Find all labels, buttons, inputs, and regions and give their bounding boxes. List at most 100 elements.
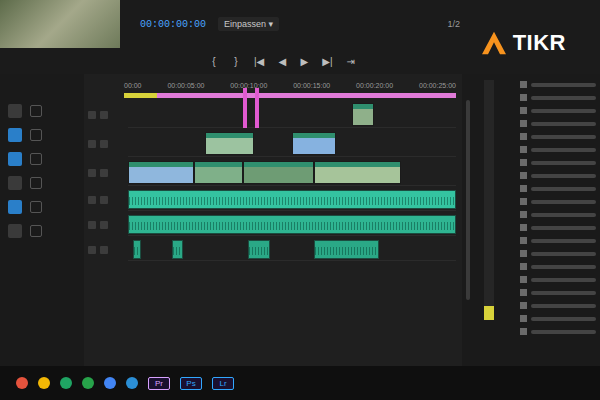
bin-label-blur (531, 226, 596, 230)
app-icon[interactable] (126, 377, 138, 389)
lock-icon[interactable] (88, 246, 96, 254)
lock-icon[interactable] (88, 169, 96, 177)
clip[interactable] (314, 240, 380, 259)
track-lane (128, 160, 456, 186)
bin-row[interactable] (520, 327, 596, 336)
tool-button[interactable] (8, 176, 22, 190)
track-lane (128, 189, 456, 211)
app-icon[interactable]: Ps (180, 377, 202, 390)
eye-icon[interactable] (100, 246, 108, 254)
clip[interactable] (128, 161, 194, 184)
clip[interactable] (194, 161, 243, 184)
track-lane (128, 102, 456, 128)
toggle-icon[interactable] (30, 201, 42, 213)
tool-button[interactable] (8, 152, 22, 166)
toggle-icon[interactable] (30, 225, 42, 237)
clip[interactable] (314, 161, 401, 184)
lock-icon[interactable] (88, 196, 96, 204)
clip[interactable] (128, 215, 456, 234)
app-icon[interactable] (60, 377, 72, 389)
bin-label-blur (531, 83, 596, 87)
transport-button[interactable]: ▶ (300, 56, 308, 67)
bin-row[interactable] (520, 184, 596, 193)
transport-button[interactable]: ◀ (278, 56, 286, 67)
tool-button[interactable] (8, 104, 22, 118)
track-header (84, 189, 128, 211)
bin-row[interactable] (520, 249, 596, 258)
transport-button[interactable]: ⇥ (347, 56, 355, 67)
track-list (84, 102, 456, 261)
marker[interactable] (243, 88, 247, 128)
bin-row[interactable] (520, 145, 596, 154)
bin-row[interactable] (520, 301, 596, 310)
marker[interactable] (255, 88, 259, 128)
waveform (173, 247, 182, 255)
program-bar: 00:00:00:00 Einpassen ▾ 1/2 (0, 0, 600, 48)
lock-icon[interactable] (88, 140, 96, 148)
clip[interactable] (292, 132, 336, 155)
bin-label-blur (531, 96, 596, 100)
bin-row[interactable] (520, 236, 596, 245)
bin-row[interactable] (520, 80, 596, 89)
bin-row[interactable] (520, 119, 596, 128)
bin-row[interactable] (520, 314, 596, 323)
toggle-icon[interactable] (30, 153, 42, 165)
tikr-logo: TIKR (481, 30, 566, 56)
clip[interactable] (352, 103, 374, 126)
eye-icon[interactable] (100, 140, 108, 148)
ruler-tick: 00:00:15:00 (293, 82, 330, 89)
app-icon[interactable] (82, 377, 94, 389)
eye-icon[interactable] (100, 111, 108, 119)
bin-row[interactable] (520, 210, 596, 219)
lock-icon[interactable] (88, 111, 96, 119)
bin-row[interactable] (520, 93, 596, 102)
app-icon[interactable] (16, 377, 28, 389)
transport-button[interactable]: } (232, 56, 240, 67)
work-area-range[interactable] (157, 93, 456, 98)
bin-row[interactable] (520, 262, 596, 271)
bin-row[interactable] (520, 223, 596, 232)
clip[interactable] (243, 161, 314, 184)
bin-label-blur (531, 174, 596, 178)
tool-button[interactable] (8, 200, 22, 214)
toggle-icon[interactable] (30, 177, 42, 189)
work-area-bar[interactable] (124, 93, 456, 98)
transport-button[interactable]: |◀ (254, 56, 264, 67)
eye-icon[interactable] (100, 221, 108, 229)
clip[interactable] (172, 240, 183, 259)
bin-list (500, 80, 596, 366)
lock-icon[interactable] (88, 221, 96, 229)
bin-row[interactable] (520, 171, 596, 180)
clip[interactable] (128, 190, 456, 209)
tool-button[interactable] (8, 224, 22, 238)
scrollbar[interactable] (466, 100, 470, 300)
waveform (129, 197, 455, 205)
track-header (84, 102, 128, 128)
bin-row[interactable] (520, 158, 596, 167)
transport-button[interactable]: { (210, 56, 218, 67)
bin-row[interactable] (520, 288, 596, 297)
toggle-icon[interactable] (30, 129, 42, 141)
clip[interactable] (133, 240, 141, 259)
app-icon[interactable]: Pr (148, 377, 170, 390)
app-icon[interactable] (104, 377, 116, 389)
bin-row[interactable] (520, 132, 596, 141)
clip[interactable] (205, 132, 254, 155)
eye-icon[interactable] (100, 196, 108, 204)
fit-dropdown[interactable]: Einpassen ▾ (218, 17, 279, 31)
eye-icon[interactable] (100, 169, 108, 177)
tool-row (8, 104, 78, 118)
bin-row[interactable] (520, 197, 596, 206)
resolution-dropdown[interactable]: 1/2 (447, 19, 460, 29)
toggle-icon[interactable] (30, 105, 42, 117)
waveform (134, 247, 140, 255)
transport-button[interactable]: ▶| (322, 56, 332, 67)
tool-button[interactable] (8, 128, 22, 142)
timecode[interactable]: 00:00:00:00 (140, 19, 206, 30)
bin-row[interactable] (520, 106, 596, 115)
ruler-tick: 00:00:10:00 (230, 82, 267, 89)
app-icon[interactable] (38, 377, 50, 389)
clip[interactable] (248, 240, 270, 259)
bin-row[interactable] (520, 275, 596, 284)
app-icon[interactable]: Lr (212, 377, 234, 390)
